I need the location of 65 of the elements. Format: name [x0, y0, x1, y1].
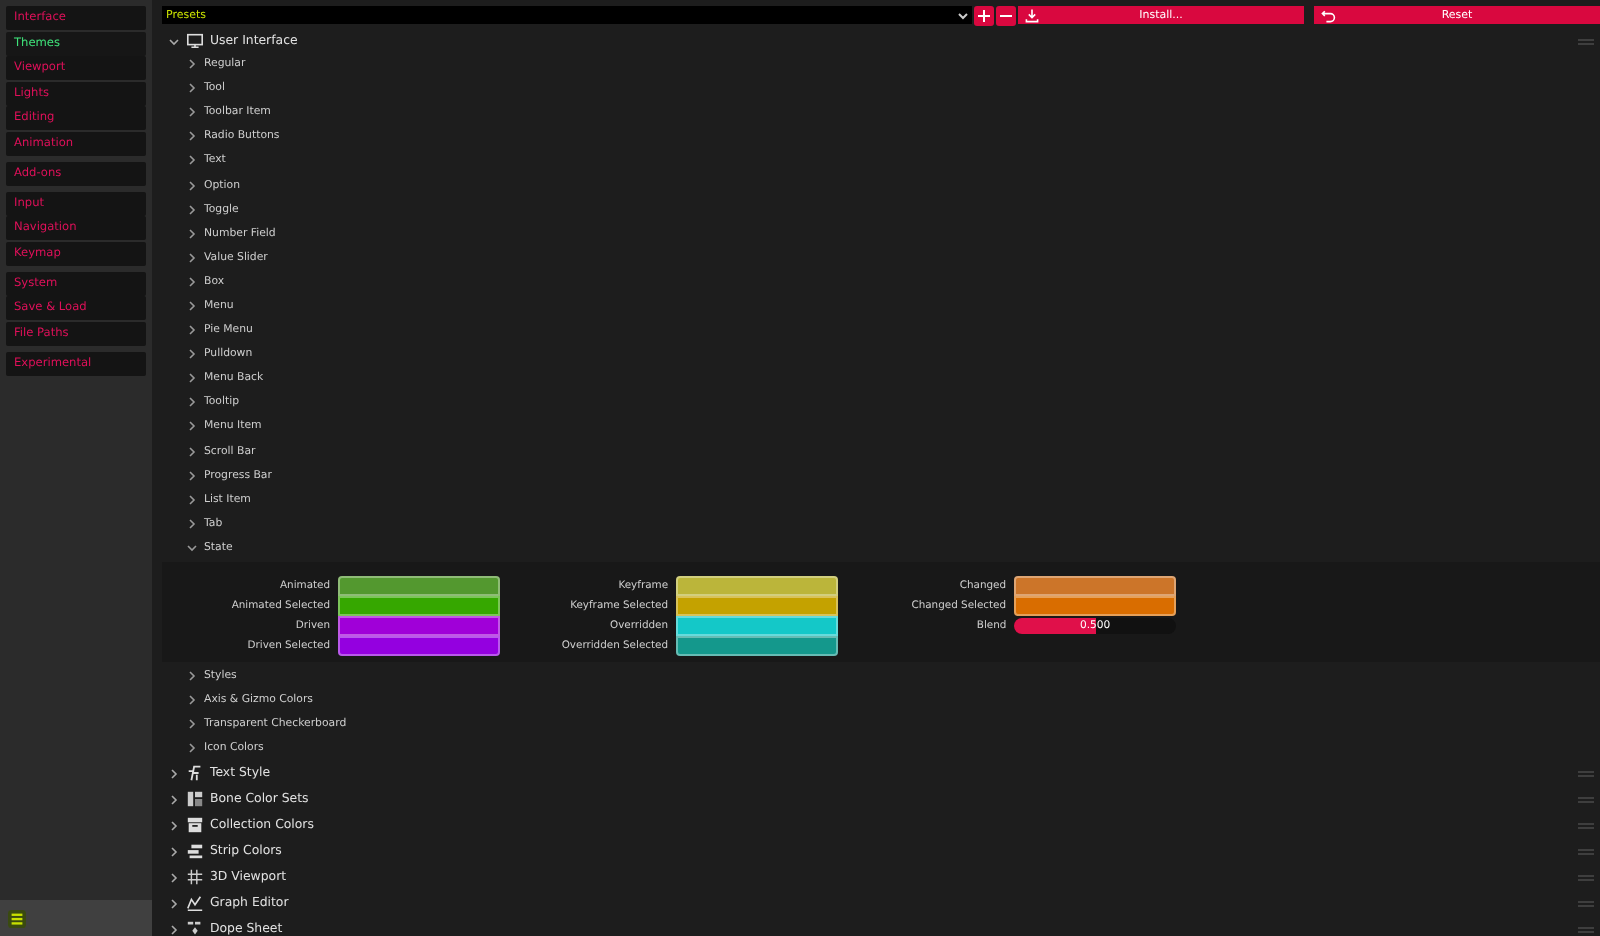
download-icon: [1024, 7, 1040, 23]
color-swatch[interactable]: [338, 616, 500, 636]
keyframes-icon: [186, 920, 204, 936]
chevron-right-icon[interactable]: [168, 819, 180, 832]
chevron-right-icon[interactable]: [186, 718, 198, 731]
chevron-right-icon[interactable]: [186, 203, 198, 216]
chevron-right-icon[interactable]: [186, 299, 198, 312]
chevron-right-icon[interactable]: [168, 871, 180, 884]
chevron-right-icon[interactable]: [186, 694, 198, 707]
undo-icon: [1320, 7, 1336, 23]
remove-icon[interactable]: [996, 5, 1016, 25]
color-swatch[interactable]: [676, 616, 838, 636]
chevron-right-icon[interactable]: [186, 493, 198, 506]
color-swatch[interactable]: [676, 636, 838, 656]
color-swatch[interactable]: [338, 576, 500, 596]
chevron-right-icon[interactable]: [186, 396, 198, 409]
bone-panel-icon: [186, 790, 204, 809]
chevron-right-icon[interactable]: [186, 445, 198, 458]
chevron-right-icon[interactable]: [168, 767, 180, 780]
chevron-right-icon[interactable]: [186, 275, 198, 288]
curve-icon: [186, 894, 204, 913]
color-swatch[interactable]: [676, 576, 838, 596]
add-icon[interactable]: [974, 5, 994, 25]
caret-icon: [958, 11, 968, 19]
chevron-right-icon[interactable]: [186, 251, 198, 264]
chevron-right-icon[interactable]: [186, 130, 198, 143]
chevron-right-icon[interactable]: [186, 742, 198, 755]
chevron-right-icon[interactable]: [186, 324, 198, 337]
chevron-right-icon[interactable]: [186, 469, 198, 482]
color-swatch[interactable]: [1014, 576, 1176, 596]
grip-icon[interactable]: [1578, 795, 1594, 804]
chevron-right-icon[interactable]: [186, 106, 198, 119]
grip-icon[interactable]: [1578, 899, 1594, 908]
color-swatch[interactable]: [1014, 596, 1176, 616]
monitor-icon: [186, 32, 204, 50]
chevron-down-icon[interactable]: [168, 35, 180, 47]
chevron-right-icon[interactable]: [186, 154, 198, 167]
chevron-down-icon[interactable]: [186, 541, 198, 554]
chevron-right-icon[interactable]: [186, 420, 198, 433]
box-icon: [186, 816, 204, 835]
menu-icon[interactable]: [8, 909, 26, 927]
chevron-right-icon[interactable]: [186, 670, 198, 683]
chevron-right-icon[interactable]: [168, 845, 180, 858]
chevron-right-icon[interactable]: [186, 58, 198, 71]
font-icon: [186, 764, 204, 783]
chevron-right-icon[interactable]: [168, 897, 180, 910]
color-swatch[interactable]: [676, 596, 838, 616]
chevron-right-icon[interactable]: [186, 227, 198, 240]
chevron-right-icon[interactable]: [168, 923, 180, 936]
chevron-right-icon[interactable]: [186, 179, 198, 192]
grip-icon[interactable]: [1578, 37, 1594, 45]
grip-icon[interactable]: [1578, 769, 1594, 778]
grip-icon[interactable]: [1578, 847, 1594, 856]
grip-icon[interactable]: [1578, 873, 1594, 882]
color-swatch[interactable]: [338, 636, 500, 656]
chevron-right-icon[interactable]: [168, 793, 180, 806]
grid-icon: [186, 868, 204, 887]
color-swatch[interactable]: [338, 596, 500, 616]
chevron-right-icon[interactable]: [186, 82, 198, 95]
chevron-right-icon[interactable]: [186, 348, 198, 361]
chevron-right-icon[interactable]: [186, 372, 198, 385]
grip-icon[interactable]: [1578, 925, 1594, 934]
strips-icon: [186, 842, 204, 861]
grip-icon[interactable]: [1578, 821, 1594, 830]
chevron-right-icon[interactable]: [186, 517, 198, 530]
